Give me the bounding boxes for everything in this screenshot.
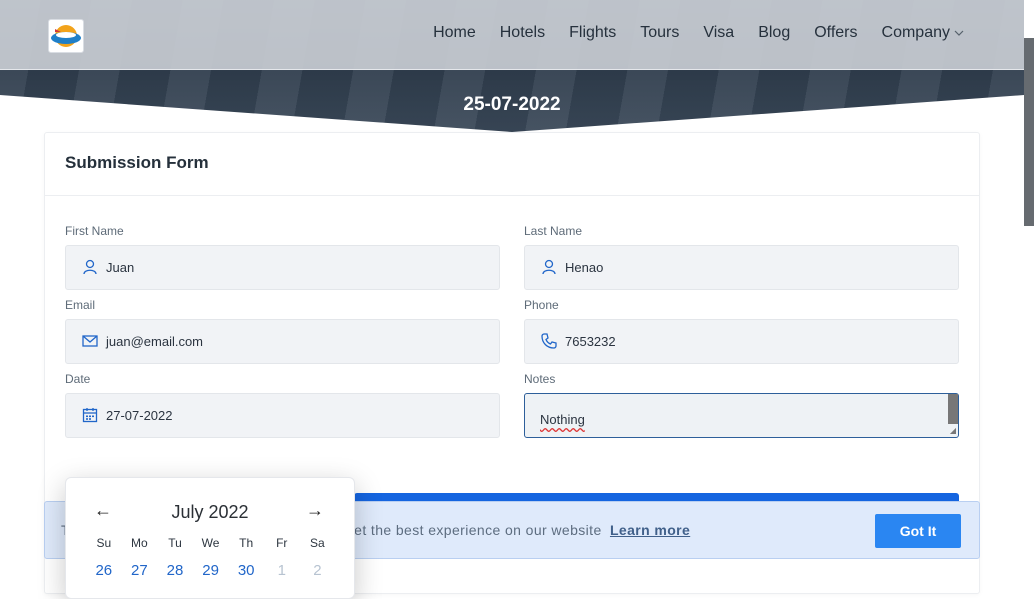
last-name-value: Henao bbox=[565, 260, 604, 275]
nav-visa[interactable]: Visa bbox=[703, 24, 734, 42]
resize-grip-icon[interactable]: ◢ bbox=[950, 427, 956, 435]
cookie-text-body: get the best experience on our website bbox=[345, 522, 602, 538]
last-name-field[interactable]: Henao bbox=[524, 245, 959, 290]
nav-company-label: Company bbox=[881, 24, 950, 41]
day-cell[interactable]: 26 bbox=[86, 562, 122, 579]
phone-label: Phone bbox=[524, 298, 559, 312]
notes-label: Notes bbox=[524, 372, 556, 386]
first-name-label: First Name bbox=[65, 224, 124, 238]
weekday-header: Su Mo Tu We Th Fr Sa bbox=[86, 536, 335, 550]
first-name-value: Juan bbox=[106, 260, 135, 275]
user-icon bbox=[541, 259, 557, 275]
nav-tours[interactable]: Tours bbox=[640, 24, 679, 42]
next-month-icon[interactable]: → bbox=[306, 500, 324, 521]
weekday-label: Tu bbox=[168, 536, 182, 550]
scrollbar-thumb[interactable] bbox=[1024, 38, 1034, 226]
weekday-label: Fr bbox=[276, 536, 288, 550]
nav-company[interactable]: Company bbox=[882, 24, 964, 42]
calendar-icon bbox=[82, 407, 98, 423]
nav-offers[interactable]: Offers bbox=[814, 24, 857, 42]
first-name-field[interactable]: Juan bbox=[65, 245, 500, 290]
email-label: Email bbox=[65, 298, 96, 312]
datepicker-popup: ← July 2022 → Su Mo Tu We Th Fr Sa 26 27… bbox=[65, 477, 355, 599]
page-date-title: 25-07-2022 bbox=[463, 94, 561, 115]
card-header: Submission Form bbox=[45, 133, 979, 196]
mail-icon bbox=[82, 333, 98, 349]
weekday-label: Th bbox=[239, 536, 254, 550]
last-name-label: Last Name bbox=[524, 224, 583, 238]
date-value: 27-07-2022 bbox=[106, 408, 173, 423]
email-value: juan@email.com bbox=[106, 334, 204, 349]
weekday-label: Su bbox=[96, 536, 112, 550]
nav-hotels[interactable]: Hotels bbox=[500, 24, 545, 42]
day-cell-disabled: 1 bbox=[277, 562, 286, 579]
phone-field[interactable]: 7653232 bbox=[524, 319, 959, 364]
learn-more-link[interactable]: Learn more bbox=[610, 522, 690, 538]
nav-home[interactable]: Home bbox=[433, 24, 476, 42]
chevron-down-icon bbox=[954, 28, 964, 39]
weekday-label: We bbox=[201, 536, 220, 550]
form-title: Submission Form bbox=[65, 153, 209, 172]
user-icon bbox=[82, 259, 98, 275]
nav-blog[interactable]: Blog bbox=[758, 24, 790, 42]
date-field[interactable]: 27-07-2022 bbox=[65, 393, 500, 438]
day-cell[interactable]: 27 bbox=[122, 562, 158, 579]
navbar: Home Hotels Flights Tours Visa Blog Offe… bbox=[0, 0, 1024, 70]
page-scrollbar[interactable] bbox=[1024, 0, 1034, 575]
day-cell[interactable]: 30 bbox=[228, 562, 264, 579]
phone-icon bbox=[541, 333, 557, 349]
logo-icon[interactable] bbox=[48, 19, 84, 53]
nav-flights[interactable]: Flights bbox=[569, 24, 616, 42]
email-field[interactable]: juan@email.com bbox=[65, 319, 500, 364]
date-label: Date bbox=[65, 372, 91, 386]
notes-textarea[interactable]: Nothing ◢ bbox=[524, 393, 959, 438]
phone-value: 7653232 bbox=[565, 334, 616, 349]
weekday-label: Sa bbox=[310, 536, 325, 550]
textarea-scrollbar[interactable] bbox=[948, 394, 958, 424]
day-row: 26 27 28 29 30 1 2 bbox=[86, 562, 335, 579]
notes-value: Nothing bbox=[540, 412, 585, 427]
weekday-label: Mo bbox=[131, 536, 148, 550]
day-cell[interactable]: 28 bbox=[157, 562, 193, 579]
main-nav: Home Hotels Flights Tours Visa Blog Offe… bbox=[433, 24, 964, 42]
got-it-button[interactable]: Got It bbox=[875, 514, 961, 548]
day-cell[interactable]: 29 bbox=[193, 562, 229, 579]
day-cell-disabled: 2 bbox=[313, 562, 322, 579]
